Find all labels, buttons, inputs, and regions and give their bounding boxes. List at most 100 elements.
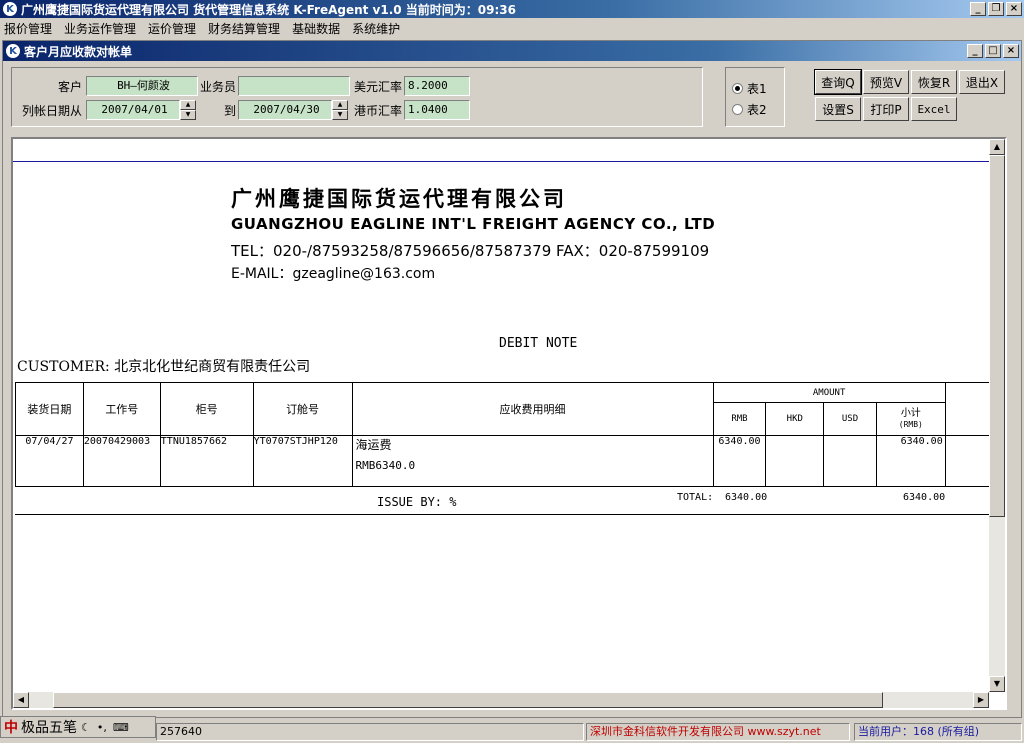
hkd-rate-field[interactable]: 1.0400 [404, 100, 470, 120]
col-booking-no: 订舱号 [252, 382, 353, 436]
settings-button[interactable]: 设置S [815, 97, 861, 121]
scroll-down-icon[interactable]: ▼ [989, 676, 1005, 692]
charge-amount: RMB6340.0 [355, 459, 416, 472]
menu-operations[interactable]: 业务运作管理 [64, 20, 136, 37]
status-company: 深圳市金科信软件开发有限公司 www.szyt.net [586, 723, 850, 741]
app-titlebar: K 广州鹰捷国际货运代理有限公司 货代管理信息系统 K-FreAgent v1.… [0, 0, 1024, 18]
col-usd: USD [823, 402, 877, 436]
moon-icon[interactable]: ☾ [81, 721, 91, 734]
restore-button[interactable]: ❐ [988, 2, 1004, 16]
ime-logo-icon: 中 [4, 720, 18, 736]
document-title: DEBIT NOTE [499, 336, 578, 351]
horizontal-scrollbar[interactable]: ◀ ▶ [13, 692, 989, 708]
cell-job-no: 20070429003 [82, 435, 161, 487]
radio-table1[interactable]: 表1 [732, 80, 767, 97]
menu-bar: 报价管理 业务运作管理 运价管理 财务结算管理 基础数据 系统维护 [0, 18, 1024, 38]
customer-label: 客户 [57, 80, 82, 94]
ime-toolbar[interactable]: 中 极品五笔 ☾ •, ⌨ [0, 716, 156, 738]
date-from-spinner[interactable]: ▲ ▼ [180, 100, 196, 120]
punctuation-icon[interactable]: •, [97, 721, 107, 734]
radio-checked-icon [732, 83, 743, 94]
scroll-left-icon[interactable]: ◀ [13, 692, 29, 708]
horizontal-scroll-thumb[interactable] [53, 692, 883, 708]
col-subtotal-unit: (RMB) [898, 420, 923, 429]
company-name-en: GUANGZHOU EAGLINE INT'L FREIGHT AGENCY C… [231, 215, 716, 233]
menu-system[interactable]: 系统维护 [352, 20, 400, 37]
vertical-scroll-thumb[interactable] [989, 155, 1005, 517]
report-preview[interactable]: 广州鹰捷国际货运代理有限公司 GUANGZHOU EAGLINE INT'L F… [11, 137, 1007, 710]
col-ship-date: 装货日期 [15, 382, 84, 436]
cell-details: 海运费 RMB6340.0 [351, 435, 714, 487]
menu-base-data[interactable]: 基础数据 [292, 20, 340, 37]
col-amount: AMOUNT [712, 382, 946, 403]
query-button[interactable]: 查询Q [814, 69, 862, 95]
customer-field[interactable]: BH—何颜波 [86, 76, 198, 96]
exit-button[interactable]: 退出X [959, 70, 1005, 94]
salesman-label: 业务员 [199, 80, 236, 94]
vertical-scrollbar[interactable]: ▲ ▼ [989, 139, 1005, 692]
scroll-up-icon[interactable]: ▲ [989, 139, 1005, 155]
child-titlebar: K 客户月应收款对帐单 _ □ × [3, 41, 1021, 61]
child-logo-icon: K [6, 44, 20, 58]
col-container-no: 柜号 [159, 382, 254, 436]
cell-subtotal: 6340.00 [875, 435, 946, 487]
table-row[interactable]: 07/04/27 20070429003 TTNU1857662 YT0707S… [15, 435, 1005, 487]
cell-container-no: TTNU1857662 [159, 435, 254, 487]
company-email: E-MAIL：gzeagline@163.com [231, 266, 436, 282]
app-title: 广州鹰捷国际货运代理有限公司 货代管理信息系统 K-FreAgent v1.0 … [21, 2, 517, 17]
col-details: 应收费用明细 [351, 382, 714, 436]
cell-rmb: 6340.00 [712, 435, 767, 487]
radio-table2-label: 表2 [747, 103, 767, 117]
child-minimize-button[interactable]: _ [967, 44, 983, 58]
salesman-field[interactable] [238, 76, 350, 96]
col-subtotal-label: 小计 [900, 408, 921, 419]
menu-finance[interactable]: 财务结算管理 [208, 20, 280, 37]
date-from-label: 列帐日期从 [21, 104, 82, 118]
total-label: TOTAL: [677, 492, 714, 503]
report-bottom-rule [15, 514, 991, 515]
excel-button[interactable]: Excel [911, 97, 957, 121]
ime-name: 极品五笔 [21, 720, 77, 736]
radio-table2[interactable]: 表2 [732, 101, 767, 118]
company-tel-fax: TEL：020-/87593258/87596656/87587379 FAX：… [231, 242, 710, 260]
child-maximize-button[interactable]: □ [985, 44, 1001, 58]
company-name-cn: 广州鹰捷国际货运代理有限公司 [231, 186, 567, 211]
cell-booking-no: YT0707STJHP120 [252, 435, 353, 487]
customer-line: CUSTOMER: 北京北化世纪商贸有限责任公司 [17, 359, 311, 375]
radio-table1-label: 表1 [747, 82, 767, 96]
date-to-spinner[interactable]: ▲ ▼ [332, 100, 348, 120]
charge-name: 海运费 [355, 438, 392, 452]
cell-usd [823, 435, 877, 487]
close-button[interactable]: × [1006, 2, 1022, 16]
print-button[interactable]: 打印P [863, 97, 909, 121]
total-rmb: 6340.00 [725, 492, 768, 503]
date-to-field[interactable]: 2007/04/30 [238, 100, 332, 120]
cell-ship-date: 07/04/27 [15, 435, 84, 487]
usd-rate-label: 美元汇率 [353, 80, 402, 94]
menu-quote[interactable]: 报价管理 [4, 20, 52, 37]
radio-unchecked-icon [732, 104, 743, 115]
hkd-rate-label: 港币汇率 [353, 104, 402, 118]
menu-rates[interactable]: 运价管理 [148, 20, 196, 37]
date-from-field[interactable]: 2007/04/01 [86, 100, 180, 120]
date-to-label: 到 [223, 104, 236, 118]
col-subtotal: 小计 (RMB) [875, 402, 946, 436]
scroll-right-icon[interactable]: ▶ [973, 692, 989, 708]
charges-table: 装货日期 工作号 柜号 订舱号 应收费用明细 AMOUNT 备 RMB HKD … [15, 382, 1005, 487]
table-selector: 表1 表2 [725, 67, 785, 127]
filter-panel: 客户 BH—何颜波 业务员 美元汇率 8.2000 列帐日期从 2007/04/… [11, 67, 703, 127]
report-top-rule [13, 161, 991, 162]
col-hkd: HKD [765, 402, 825, 436]
child-close-button[interactable]: × [1003, 44, 1019, 58]
statement-window: K 客户月应收款对帐单 _ □ × 客户 BH—何颜波 业务员 美元汇率 8.2… [2, 40, 1022, 718]
minimize-button[interactable]: _ [970, 2, 986, 16]
app-logo-icon: K [3, 2, 17, 16]
keyboard-icon[interactable]: ⌨ [113, 721, 129, 734]
issue-by: ISSUE BY: % [377, 495, 457, 509]
restore-data-button[interactable]: 恢复R [911, 70, 957, 94]
status-user: 当前用户：168 (所有组) [854, 723, 1022, 741]
total-subtotal: 6340.00 [903, 492, 946, 503]
preview-button[interactable]: 预览V [863, 70, 909, 94]
child-title: 客户月应收款对帐单 [24, 44, 133, 59]
usd-rate-field[interactable]: 8.2000 [404, 76, 470, 96]
